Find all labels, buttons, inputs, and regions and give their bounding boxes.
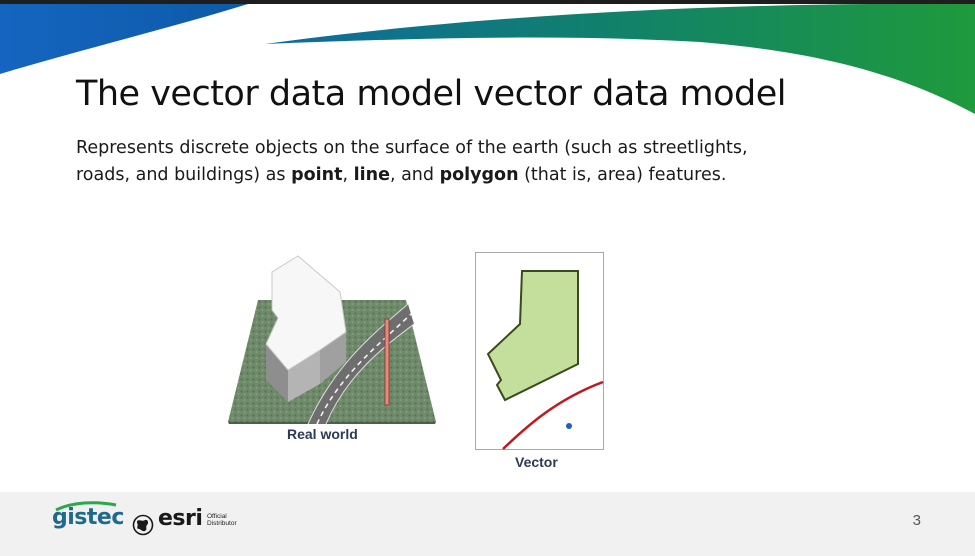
- body-text-part2: (that is, area) features.: [518, 165, 727, 185]
- esri-globe-icon: [132, 514, 154, 536]
- term-line: line: [353, 165, 390, 185]
- body-text-sep1: ,: [342, 165, 354, 185]
- real-world-caption: Real world: [287, 426, 358, 442]
- page-number: 3: [912, 512, 921, 529]
- slide-body-text: Represents discrete objects on the surfa…: [76, 135, 776, 189]
- real-world-illustration: [228, 255, 436, 424]
- vector-point-feature: [566, 423, 572, 429]
- esri-official-distributor-tag: Official Distributor: [207, 513, 237, 527]
- vector-illustration: [475, 252, 604, 450]
- slide-title: The vector data model vector data model: [76, 74, 787, 114]
- body-text-sep2: , and: [389, 165, 440, 185]
- term-point: point: [291, 165, 343, 185]
- slide: The vector data model vector data model …: [0, 4, 975, 556]
- slide-footer: gistec esri Official Distributor 3: [0, 492, 975, 556]
- esri-logo-text: esri: [158, 506, 203, 531]
- gistec-arc-icon: [55, 501, 117, 511]
- term-polygon: polygon: [439, 165, 519, 185]
- gistec-logo: gistec: [52, 501, 124, 530]
- vector-caption: Vector: [515, 454, 558, 470]
